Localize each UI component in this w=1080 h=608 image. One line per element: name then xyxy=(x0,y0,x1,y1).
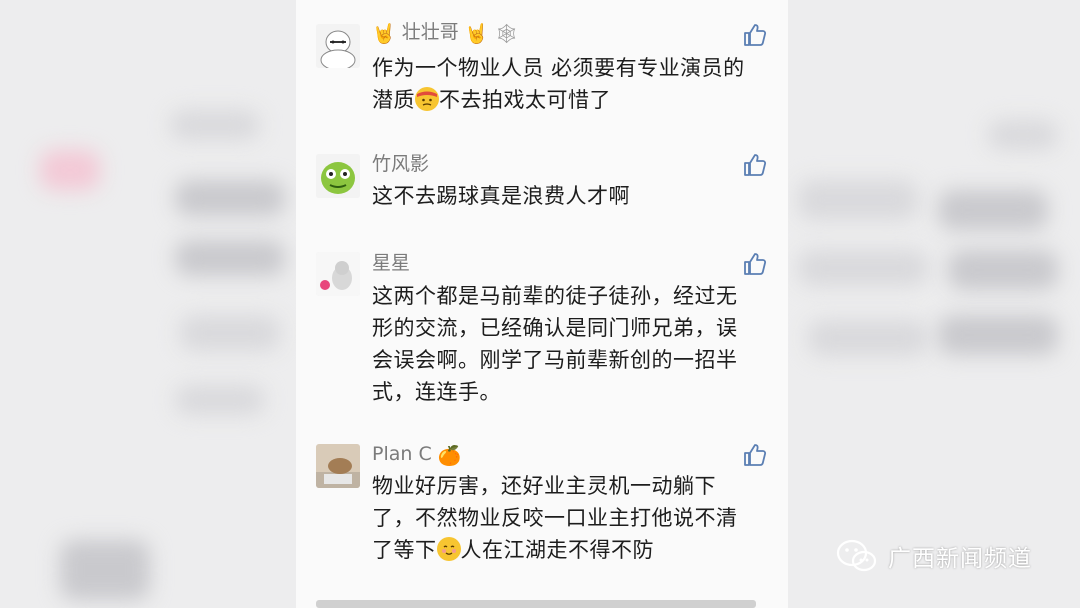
avatar[interactable] xyxy=(316,24,360,68)
comment-text: 作为一个物业人员 必须要有专业演员的 潜质 不去拍戏太可惜了 xyxy=(372,56,745,112)
username[interactable]: 壮壮哥 xyxy=(402,21,459,43)
like-thumb-icon[interactable] xyxy=(742,442,768,468)
username[interactable]: 竹风影 xyxy=(372,152,429,176)
smile-emoji-icon xyxy=(436,537,461,561)
comment-text: 物业好厉害，还好业主灵机一动躺下 了，不然物业反咬一口业主打他说不清 了等下 人在… xyxy=(372,474,738,562)
like-thumb-icon[interactable] xyxy=(742,22,768,48)
like-thumb-icon[interactable] xyxy=(742,152,768,178)
comment-text: 这两个都是马前辈的徒子徒孙，经过无 形的交流，已经确认是同门师兄弟，误 会误会啊… xyxy=(372,284,738,404)
blurred-background-right xyxy=(788,0,1080,608)
wechat-icon xyxy=(836,539,877,572)
spider-web-icon: 🕸 xyxy=(494,23,519,45)
orange-fruit-icon: 🍊 xyxy=(437,445,462,467)
avatar[interactable] xyxy=(316,252,360,296)
username[interactable]: Plan C xyxy=(372,443,432,465)
watermark-text: 广西新闻频道 xyxy=(888,546,1032,572)
avatar[interactable] xyxy=(316,444,360,488)
like-thumb-icon[interactable] xyxy=(742,251,768,277)
comment-list: 🤘 壮壮哥 🤘 🕸 作为一个物业人员 必须要有专业演员的 潜质 不去拍戏太可惜了 … xyxy=(296,0,788,608)
comment-text: 这不去踢球真是浪费人才啊 xyxy=(372,184,630,208)
username[interactable]: 星星 xyxy=(372,251,410,275)
partial-comment-row xyxy=(316,600,756,608)
blurred-background-left xyxy=(0,0,296,608)
watermark: 广西新闻频道 xyxy=(836,536,1032,576)
rock-hand-icon: 🤘 xyxy=(464,23,489,45)
face-emoji-icon xyxy=(415,87,439,111)
rock-hand-icon: 🤘 xyxy=(372,23,396,45)
avatar[interactable] xyxy=(316,154,360,198)
